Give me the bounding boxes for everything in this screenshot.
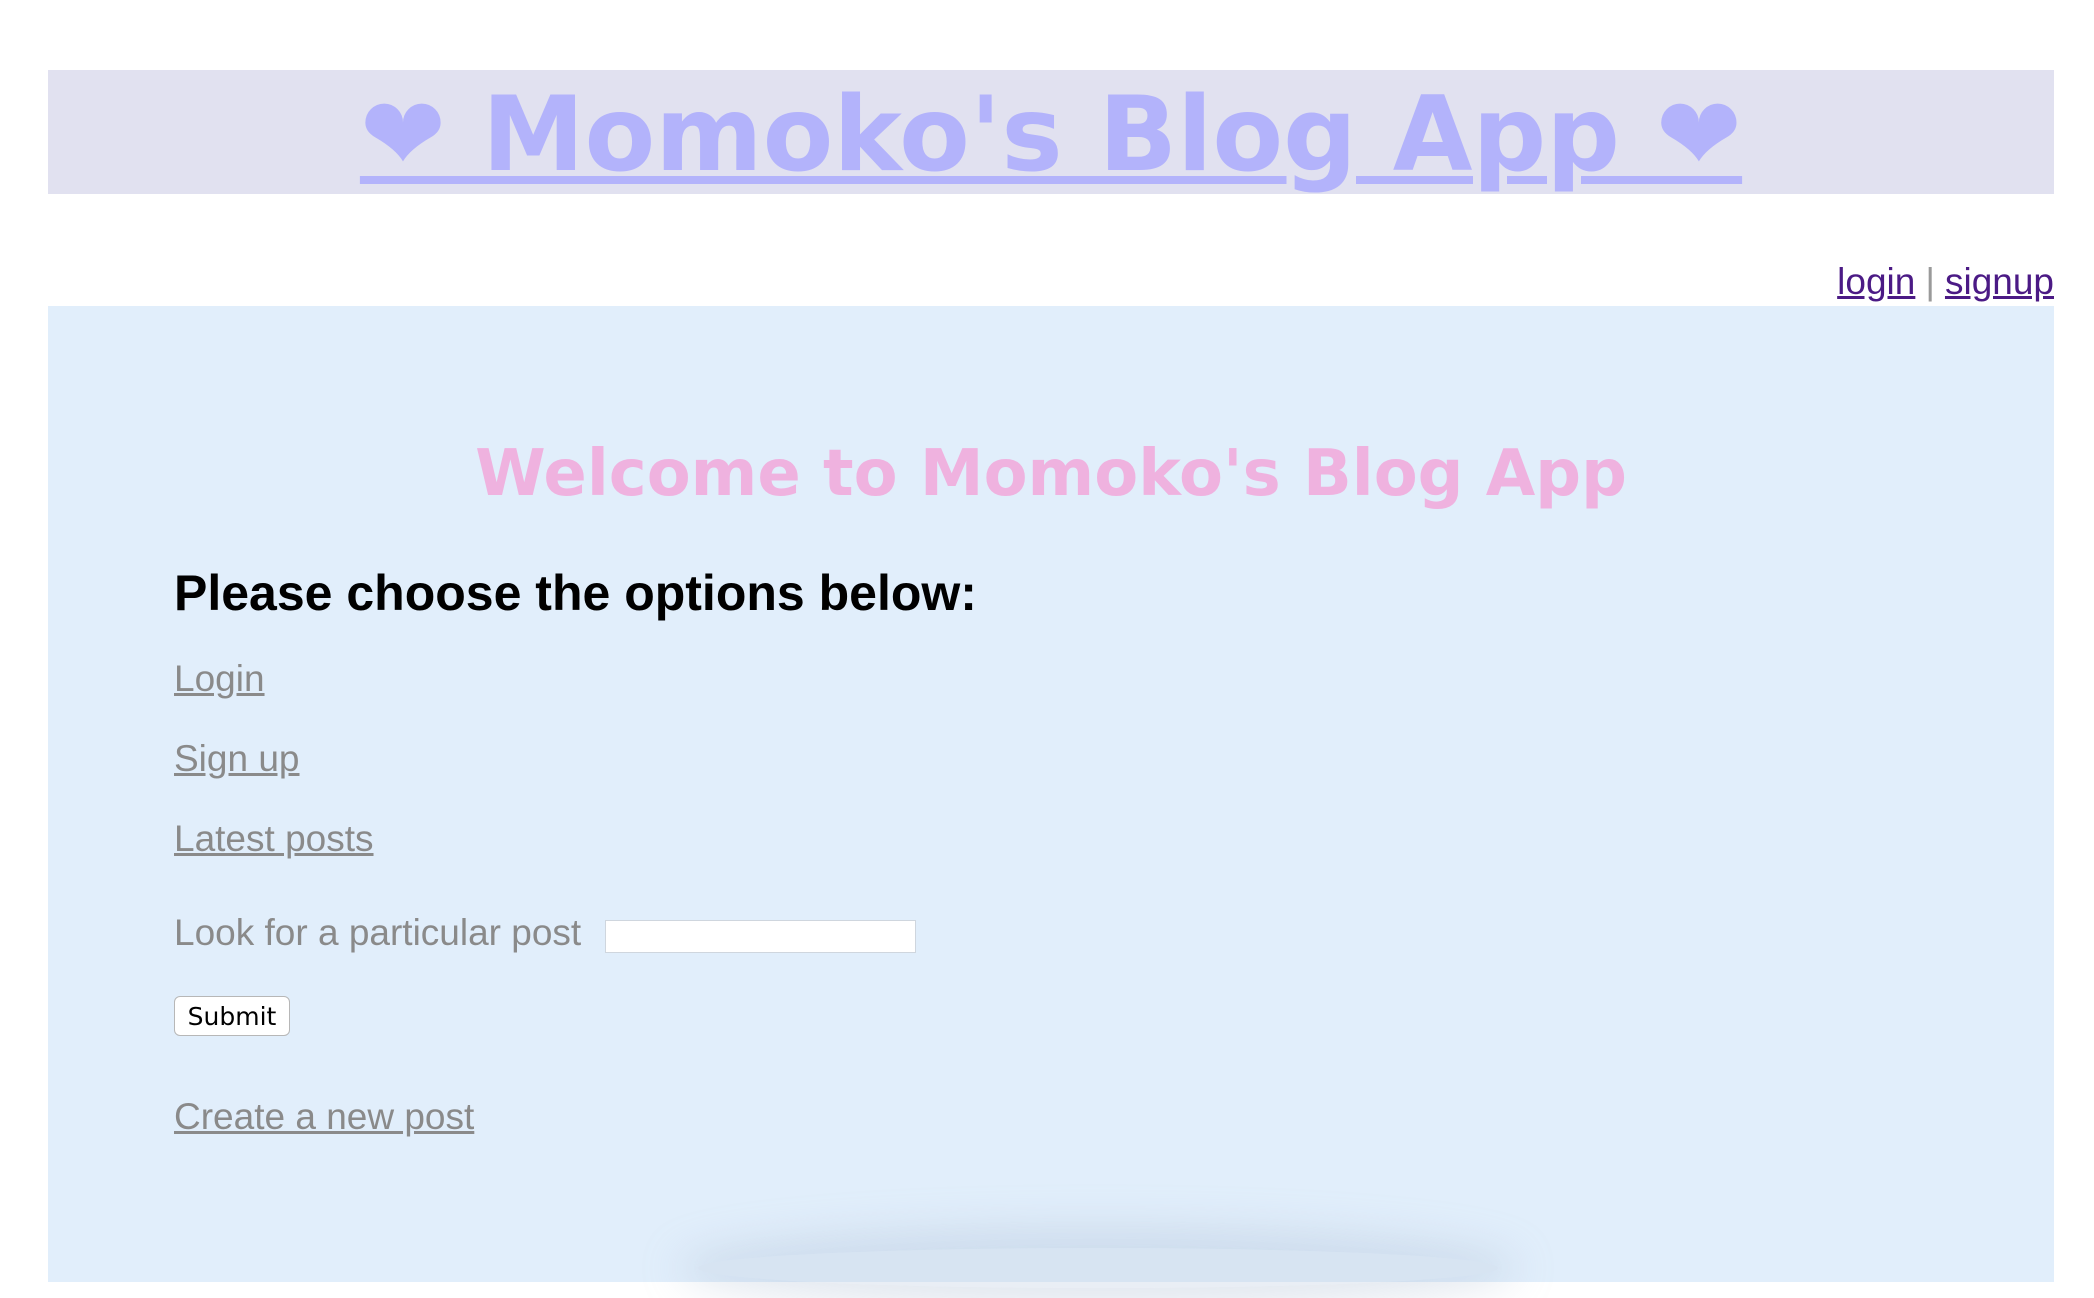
nav-separator: | bbox=[1925, 261, 1935, 302]
nav-signup-link[interactable]: signup bbox=[1945, 261, 2054, 302]
choose-options-heading: Please choose the options below: bbox=[174, 565, 977, 621]
submit-button[interactable]: Submit bbox=[174, 996, 290, 1036]
create-post-link[interactable]: Create a new post bbox=[174, 1095, 474, 1139]
nav-login-link[interactable]: login bbox=[1837, 261, 1915, 302]
site-title-link[interactable]: ❤ Momoko's Blog App ❤ bbox=[360, 76, 1742, 194]
login-option-link[interactable]: Login bbox=[174, 657, 265, 701]
main-panel: Welcome to Momoko's Blog App Please choo… bbox=[48, 306, 2054, 1288]
welcome-title: Welcome to Momoko's Blog App bbox=[475, 437, 1627, 511]
search-post-input[interactable] bbox=[605, 920, 916, 953]
header-banner: ❤ Momoko's Blog App ❤ bbox=[48, 70, 2054, 194]
search-post-label: Look for a particular post bbox=[174, 912, 582, 953]
latest-posts-link[interactable]: Latest posts bbox=[174, 817, 374, 861]
top-nav: login | signup bbox=[1837, 260, 2054, 304]
signup-option-link[interactable]: Sign up bbox=[174, 737, 300, 781]
footer-shadow bbox=[698, 1248, 1498, 1288]
